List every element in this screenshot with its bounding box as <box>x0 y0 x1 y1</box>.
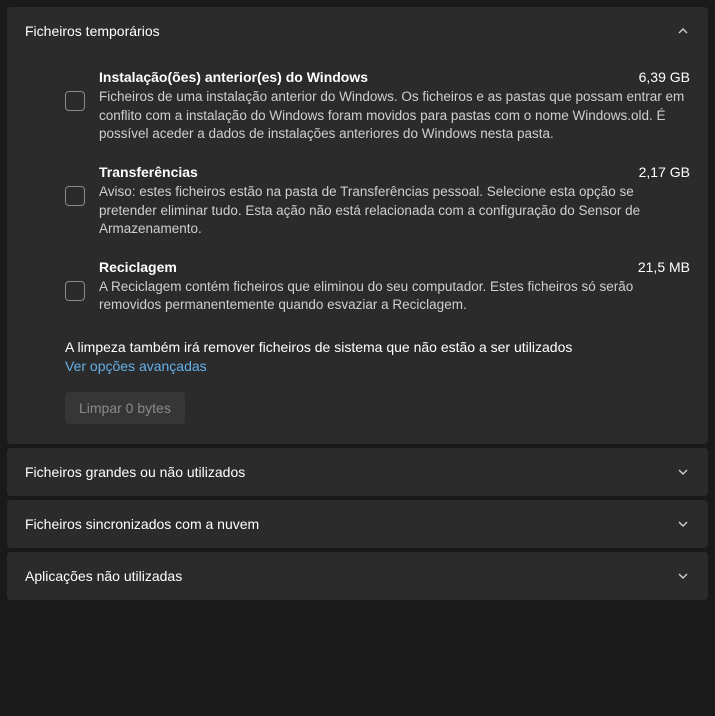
chevron-down-icon <box>676 465 690 479</box>
section-large-files: Ficheiros grandes ou não utilizados <box>7 448 708 496</box>
chevron-up-icon <box>676 24 690 38</box>
cleanup-item-desc: Ficheiros de uma instalação anterior do … <box>99 88 690 144</box>
cleanup-item-size: 21,5 MB <box>638 259 690 275</box>
cleanup-item-title: Reciclagem <box>99 259 177 275</box>
cleanup-item-size: 2,17 GB <box>639 164 690 180</box>
section-temporary-files: Ficheiros temporários Instalação(ões) an… <box>7 7 708 444</box>
section-cloud-synced: Ficheiros sincronizados com a nuvem <box>7 500 708 548</box>
cleanup-note: A limpeza também irá remover ficheiros d… <box>65 339 690 355</box>
section-title: Aplicações não utilizadas <box>25 568 182 584</box>
cleanup-item: Transferências 2,17 GB Aviso: estes fich… <box>25 150 690 245</box>
section-title: Ficheiros temporários <box>25 23 160 39</box>
cleanup-item-content: Transferências 2,17 GB Aviso: estes fich… <box>99 164 690 239</box>
section-unused-apps: Aplicações não utilizadas <box>7 552 708 600</box>
chevron-down-icon <box>676 569 690 583</box>
checkbox-downloads[interactable] <box>65 186 85 206</box>
cleanup-item: Reciclagem 21,5 MB A Reciclagem contém f… <box>25 245 690 321</box>
cleanup-item-desc: A Reciclagem contém ficheiros que elimin… <box>99 278 690 315</box>
section-header-temporary-files[interactable]: Ficheiros temporários <box>7 7 708 55</box>
section-title: Ficheiros sincronizados com a nuvem <box>25 516 259 532</box>
section-header-large-files[interactable]: Ficheiros grandes ou não utilizados <box>7 448 708 496</box>
cleanup-item: Instalação(ões) anterior(es) do Windows … <box>25 55 690 150</box>
cleanup-item-desc: Aviso: estes ficheiros estão na pasta de… <box>99 183 690 239</box>
cleanup-item-title: Instalação(ões) anterior(es) do Windows <box>99 69 368 85</box>
cleanup-item-title: Transferências <box>99 164 198 180</box>
cleanup-item-content: Reciclagem 21,5 MB A Reciclagem contém f… <box>99 259 690 315</box>
chevron-down-icon <box>676 517 690 531</box>
cleanup-item-size: 6,39 GB <box>639 69 690 85</box>
clean-button[interactable]: Limpar 0 bytes <box>65 392 185 424</box>
advanced-options-link[interactable]: Ver opções avançadas <box>65 358 207 374</box>
section-header-cloud-synced[interactable]: Ficheiros sincronizados com a nuvem <box>7 500 708 548</box>
section-body-temporary-files: Instalação(ões) anterior(es) do Windows … <box>7 55 708 444</box>
cleanup-footer: A limpeza também irá remover ficheiros d… <box>25 321 690 424</box>
section-header-unused-apps[interactable]: Aplicações não utilizadas <box>7 552 708 600</box>
checkbox-recycle-bin[interactable] <box>65 281 85 301</box>
checkbox-previous-windows[interactable] <box>65 91 85 111</box>
section-title: Ficheiros grandes ou não utilizados <box>25 464 245 480</box>
cleanup-item-content: Instalação(ões) anterior(es) do Windows … <box>99 69 690 144</box>
